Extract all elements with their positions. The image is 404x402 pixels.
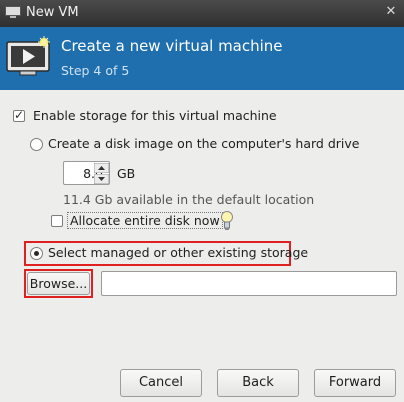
cancel-label: Cancel <box>138 375 184 390</box>
managed-storage-label: Select managed or other existing storage <box>48 245 309 260</box>
cancel-button[interactable]: Cancel <box>120 369 202 397</box>
vm-window-icon <box>5 6 21 18</box>
enable-storage-label: Enable storage for this virtual machine <box>33 108 277 123</box>
forward-label: Forward <box>328 375 382 390</box>
back-label: Back <box>242 375 274 390</box>
available-space-text: 11.4 Gb available in the default locatio… <box>63 192 315 207</box>
lightbulb-icon <box>221 211 233 230</box>
allocate-label: Allocate entire disk now <box>67 212 223 229</box>
wizard-header: Create a new virtual machine Step 4 of 5 <box>0 27 404 90</box>
create-disk-radio[interactable] <box>30 138 43 151</box>
spin-down-icon[interactable] <box>94 174 109 184</box>
forward-button[interactable]: Forward <box>314 369 396 397</box>
close-icon[interactable]: ✕ <box>383 4 399 20</box>
enable-storage-checkbox[interactable] <box>13 108 25 122</box>
spin-up-icon[interactable] <box>94 163 109 173</box>
storage-path-input[interactable] <box>101 271 397 296</box>
allocate-checkbox[interactable] <box>51 215 63 227</box>
wizard-step: Step 4 of 5 <box>61 63 130 78</box>
window-title: New VM <box>26 5 79 20</box>
title-bar: New VM ✕ <box>0 0 404 27</box>
browse-button[interactable]: Browse... <box>27 272 90 295</box>
disk-size-unit: GB <box>117 166 136 181</box>
browse-label: Browse... <box>29 276 88 291</box>
create-disk-label: Create a disk image on the computer's ha… <box>48 136 360 151</box>
back-button[interactable]: Back <box>217 369 299 397</box>
managed-storage-radio[interactable] <box>30 247 43 260</box>
wizard-title: Create a new virtual machine <box>61 37 283 55</box>
vm-monitor-icon <box>6 36 50 76</box>
